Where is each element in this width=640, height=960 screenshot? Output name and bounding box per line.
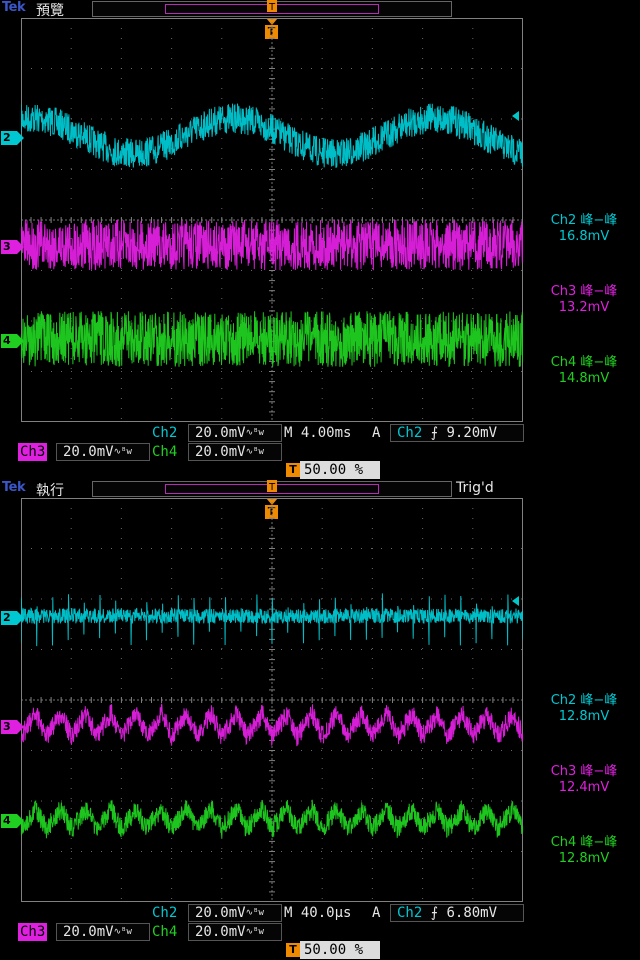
trigger-status: Trig'd	[456, 480, 494, 496]
ch2-scale: 20.0mV	[195, 425, 246, 441]
ch3-scale: 20.0mV	[63, 444, 114, 460]
ch3-ground-marker[interactable]: 3	[1, 240, 24, 254]
ch2-waveform	[21, 593, 523, 647]
ch2-scale: 20.0mV	[195, 905, 246, 921]
trigger-settings-box[interactable]: Ch2 ⨍ 6.80mV	[390, 904, 524, 922]
ch4-scale-box[interactable]: 20.0mV∿ᴮw	[188, 923, 282, 941]
measurement-label: Ch3 峰−峰	[550, 764, 618, 779]
trigger-level: 9.20mV	[446, 425, 498, 441]
measurement-value: 13.2mV	[558, 300, 610, 315]
horizontal-position-value: 50.00 %	[304, 942, 364, 958]
measurement-value: 12.8mV	[558, 851, 610, 866]
bandwidth-limit-icon: ∿ᴮw	[245, 927, 264, 937]
timebase-scale[interactable]: M 4.00ms	[282, 424, 353, 442]
measurement-ch2-peak-to-peak: Ch2 峰−峰 12.8mV	[528, 693, 640, 725]
horizontal-position-value: 50.00 %	[304, 462, 364, 478]
ch2-scale-box[interactable]: 20.0mV∿ᴮw	[188, 424, 282, 442]
top-status-bar: Tek 執行 Trig'd	[0, 480, 640, 499]
measurement-ch2-peak-to-peak: Ch2 峰−峰 16.8mV	[528, 213, 640, 245]
measurement-label: Ch4 峰−峰	[550, 355, 618, 370]
bandwidth-limit-icon: ∿ᴮw	[113, 447, 132, 457]
trigger-mode: A	[372, 425, 381, 441]
measurement-value: 12.8mV	[558, 709, 610, 724]
grid-lines	[21, 498, 523, 902]
svg-text:T: T	[268, 2, 276, 13]
measurement-ch4-peak-to-peak: Ch4 峰−峰 12.8mV	[528, 835, 640, 867]
bandwidth-limit-icon: ∿ᴮw	[245, 428, 264, 438]
measurement-ch3-peak-to-peak: Ch3 峰−峰 13.2mV	[528, 284, 640, 316]
ch4-status-label[interactable]: Ch4	[150, 443, 179, 461]
trigger-mode: A	[372, 905, 381, 921]
horizontal-position[interactable]: 50.00 %	[300, 461, 380, 479]
top-status-bar: Tek 預覽	[0, 0, 640, 19]
horizontal-position[interactable]: 50.00 %	[300, 941, 380, 959]
timebase-scale[interactable]: M 40.0µs	[282, 904, 353, 922]
measurement-label: Ch4 峰−峰	[550, 835, 618, 850]
tek-logo: Tek	[2, 0, 26, 15]
bandwidth-limit-icon: ∿ᴮw	[113, 927, 132, 937]
ch4-ground-marker[interactable]: 4	[1, 814, 24, 828]
measurement-label: Ch3 峰−峰	[550, 284, 618, 299]
scope-screen-preview: Tek 預覽 T T 2 3 4 Ch2 峰−峰 16.8mV Ch3 峰−峰 …	[0, 0, 640, 480]
trigger-settings-box[interactable]: Ch2 ⨍ 9.20mV	[390, 424, 524, 442]
graticule	[21, 498, 523, 902]
measurement-label: Ch2 峰−峰	[550, 693, 618, 708]
measurement-value: 14.8mV	[558, 371, 610, 386]
trigger-position-icon: T	[286, 463, 300, 477]
rising-edge-icon: ⨍	[430, 425, 439, 441]
graticule	[21, 18, 523, 422]
trigger-level: 6.80mV	[446, 905, 498, 921]
ch2-ground-marker[interactable]: 2	[1, 131, 24, 145]
ch3-ground-marker[interactable]: 3	[1, 720, 24, 734]
ch4-scale: 20.0mV	[195, 924, 246, 940]
trigger-position-icon: T	[286, 943, 300, 957]
ch3-scale-box[interactable]: 20.0mV∿ᴮw	[56, 443, 150, 461]
measurement-ch3-peak-to-peak: Ch3 峰−峰 12.4mV	[528, 764, 640, 796]
scope-screen-run: Tek 執行 Trig'd T T 2 3 4 Ch2 峰−峰 12.8mV C…	[0, 480, 640, 960]
ch3-status-label[interactable]: Ch3	[18, 923, 48, 941]
measurement-label: Ch2 峰−峰	[550, 213, 618, 228]
trigger-level-marker[interactable]	[512, 111, 519, 121]
ch2-ground-marker[interactable]: 2	[1, 611, 24, 625]
trigger-source: Ch2	[397, 905, 423, 921]
measurement-value: 16.8mV	[558, 229, 610, 244]
tek-logo: Tek	[2, 480, 26, 495]
bandwidth-limit-icon: ∿ᴮw	[245, 908, 264, 918]
trigger-source: Ch2	[397, 425, 423, 441]
trigger-position-top-icon: T	[267, 480, 277, 493]
trigger-level-marker[interactable]	[512, 596, 519, 606]
ch4-scale-box[interactable]: 20.0mV∿ᴮw	[188, 443, 282, 461]
ch4-ground-marker[interactable]: 4	[1, 334, 24, 348]
ch2-status-label[interactable]: Ch2	[150, 904, 179, 922]
ch4-status-label[interactable]: Ch4	[150, 923, 179, 941]
ch3-status-label[interactable]: Ch3	[18, 443, 48, 461]
ch3-scale-box[interactable]: 20.0mV∿ᴮw	[56, 923, 150, 941]
svg-text:T: T	[268, 482, 276, 493]
rising-edge-icon: ⨍	[430, 905, 439, 921]
acquisition-mode: 預覽	[36, 3, 64, 19]
ch4-scale: 20.0mV	[195, 444, 246, 460]
bandwidth-limit-icon: ∿ᴮw	[245, 447, 264, 457]
acquisition-mode: 執行	[36, 483, 64, 499]
ch3-scale: 20.0mV	[63, 924, 114, 940]
ch2-scale-box[interactable]: 20.0mV∿ᴮw	[188, 904, 282, 922]
measurement-value: 12.4mV	[558, 780, 610, 795]
trigger-position-top-icon: T	[267, 0, 277, 13]
measurement-ch4-peak-to-peak: Ch4 峰−峰 14.8mV	[528, 355, 640, 387]
ch2-status-label[interactable]: Ch2	[150, 424, 179, 442]
